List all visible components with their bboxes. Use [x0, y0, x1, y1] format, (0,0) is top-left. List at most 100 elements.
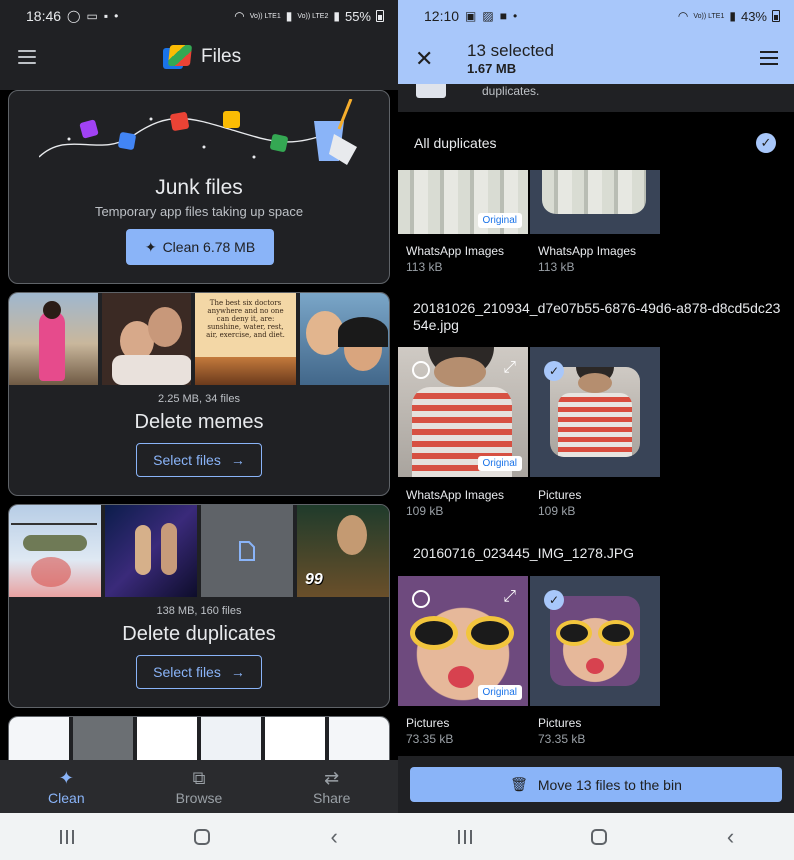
recents-icon[interactable]	[457, 829, 472, 844]
status-bar: 18:46 ◯ ▭ ▪ • ◠ Vo)) LTE1 ▮ Vo)) LTE2 ▮ …	[0, 0, 398, 32]
nav-browse[interactable]: ⧉ Browse	[133, 760, 266, 813]
arrow-right-icon: →	[230, 452, 245, 468]
file-thumbnail[interactable]	[9, 717, 69, 761]
carrier-2-label: Vo)) LTE2	[297, 12, 329, 20]
carrier-1-label: Vo)) LTE1	[249, 12, 281, 20]
recents-icon[interactable]	[60, 829, 75, 844]
nav-clean-label: Clean	[48, 789, 85, 806]
select-memes-button[interactable]: Select files →	[136, 443, 262, 477]
select-duplicates-button[interactable]: Select files →	[136, 655, 262, 689]
delete-duplicates-card: 99 138 MB, 160 files Delete duplicates S…	[8, 504, 390, 708]
nav-share[interactable]: ⇄ Share	[265, 760, 398, 813]
menu-icon[interactable]	[18, 50, 36, 64]
info-banner-text: duplicates.	[482, 84, 540, 98]
signal-icon: ▮	[729, 9, 736, 23]
clean-junk-button-label: Clean 6.78 MB	[162, 239, 256, 255]
file-folder-name: Pictures	[406, 716, 450, 730]
app-icon: ■	[499, 9, 507, 23]
select-all-check-icon[interactable]: ✓	[756, 133, 776, 153]
message-icon: ▪	[103, 9, 109, 23]
meme-thumbnail[interactable]	[102, 293, 191, 385]
meme-thumbnail[interactable]	[9, 293, 98, 385]
delete-memes-card: The best six doctors anywhere and no one…	[8, 292, 390, 496]
expand-icon[interactable]: ⤢	[503, 359, 516, 377]
file-thumbnail[interactable]	[201, 717, 261, 761]
file-size: 109 kB	[406, 504, 444, 518]
move-to-bin-button[interactable]: 🗑 Move 13 files to the bin	[410, 767, 782, 802]
battery-percent: 43%	[740, 8, 767, 24]
file-thumbnail[interactable]	[73, 717, 133, 761]
selected-check-icon[interactable]: ✓	[544, 361, 564, 381]
arrow-right-icon: →	[230, 664, 245, 680]
file-thumbnail[interactable]	[329, 717, 389, 761]
large-files-thumbnails	[9, 717, 389, 761]
battery-icon	[772, 10, 780, 22]
meme-thumbnail[interactable]	[300, 293, 389, 385]
screen-icon: ▭	[86, 9, 98, 23]
list-view-icon[interactable]	[760, 51, 778, 65]
file-folder-name: WhatsApp Images	[406, 244, 505, 258]
duplicate-thumbnail[interactable]: 99	[297, 505, 389, 597]
dot-icon: •	[512, 9, 518, 23]
meme-thumbnail[interactable]: The best six doctors anywhere and no one…	[195, 293, 296, 385]
home-icon[interactable]	[194, 828, 211, 845]
nav-browse-label: Browse	[175, 789, 223, 806]
status-time: 12:10	[424, 8, 460, 24]
swap-icon: ⇄	[324, 767, 340, 788]
back-icon[interactable]: ‹	[727, 824, 734, 850]
file-folder-name: WhatsApp Images	[406, 488, 505, 502]
unselected-circle-icon[interactable]	[412, 590, 430, 608]
file-tile[interactable]: ⤢ Original	[398, 576, 528, 706]
file-folder-name: WhatsApp Images	[538, 244, 637, 258]
wifi-icon: ◠	[677, 9, 689, 23]
selection-size: 1.67 MB	[467, 61, 517, 76]
back-icon[interactable]: ‹	[331, 824, 338, 850]
duplicate-thumbnail[interactable]	[105, 505, 197, 597]
duplicates-selection-screen: 12:10 ▣ ▨ ■ • ◠ Vo)) LTE1 ▮ 43% ✕ 13 sel…	[398, 0, 794, 860]
file-thumbnail[interactable]	[137, 717, 197, 761]
file-tile-selected[interactable]: ✓	[530, 576, 660, 706]
junk-files-title: Junk files	[155, 176, 243, 199]
status-time: 18:46	[26, 8, 62, 24]
file-tile-selected[interactable]: ✓	[530, 347, 660, 477]
carrier-label: Vo)) LTE1	[693, 12, 725, 20]
home-icon[interactable]	[591, 828, 608, 845]
app-title-text: Files	[201, 46, 242, 67]
selection-bar: 12:10 ▣ ▨ ■ • ◠ Vo)) LTE1 ▮ 43% ✕ 13 sel…	[398, 0, 794, 84]
trash-icon: 🗑	[510, 776, 528, 792]
selected-check-icon[interactable]: ✓	[544, 590, 564, 610]
original-badge: Original	[477, 685, 522, 700]
file-tile-selected[interactable]	[530, 170, 660, 234]
close-icon[interactable]: ✕	[415, 46, 433, 72]
unselected-circle-icon[interactable]	[412, 361, 430, 379]
junk-illustration	[39, 99, 357, 165]
file-size: 109 kB	[538, 504, 576, 518]
gallery-icon: ▣	[465, 9, 477, 23]
nav-clean[interactable]: ✦ Clean	[0, 760, 133, 813]
cards-list[interactable]: Junk files Temporary app files taking up…	[0, 90, 398, 776]
app-bar: Files	[0, 32, 398, 84]
original-badge: Original	[477, 213, 522, 228]
duplicate-thumbnail[interactable]	[201, 505, 293, 597]
select-memes-button-label: Select files	[153, 452, 221, 468]
expand-icon[interactable]: ⤢	[503, 588, 516, 606]
status-bar: 12:10 ▣ ▨ ■ • ◠ Vo)) LTE1 ▮ 43%	[398, 0, 794, 32]
signal-2-icon: ▮	[333, 9, 340, 23]
original-badge: Original	[477, 456, 522, 471]
nav-share-label: Share	[313, 789, 351, 806]
duplicate-thumbnail[interactable]	[9, 505, 101, 597]
clean-junk-button[interactable]: ✦ Clean 6.78 MB	[126, 229, 274, 265]
file-thumbnail[interactable]	[265, 717, 325, 761]
image-icon: ▨	[482, 9, 494, 23]
sparkle-icon: ✦	[58, 767, 74, 788]
file-size: 113 kB	[406, 260, 443, 274]
file-tile[interactable]: ⤢ Original	[398, 347, 528, 477]
folder-icon	[416, 84, 446, 98]
system-nav-bar-left: ‹	[0, 813, 398, 860]
document-icon	[239, 541, 255, 561]
file-size: 73.35 kB	[406, 732, 454, 746]
app-title: Files	[163, 45, 241, 69]
meme-quote-text: The best six doctors anywhere and no one…	[206, 299, 285, 339]
file-tile[interactable]: Original	[398, 170, 528, 234]
duplicate-group-name: 20160716_023445_IMG_1278.JPG	[413, 545, 635, 561]
